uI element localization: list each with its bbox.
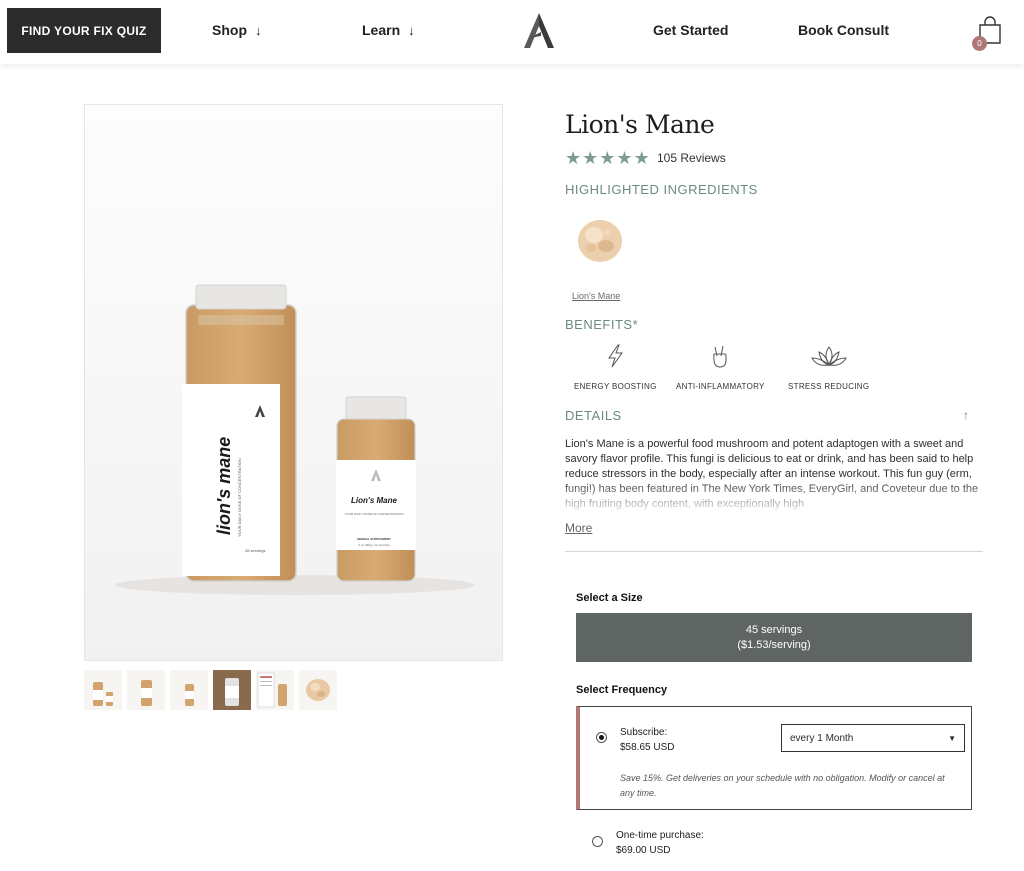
ingredient-link-lions-mane[interactable]: Lion's Mane xyxy=(572,291,620,301)
subscribe-text: Subscribe: $58.65 USD xyxy=(620,725,674,755)
star-icon: ★ xyxy=(565,148,582,168)
star-icon: ★ xyxy=(582,148,599,168)
benefit-energy-boosting: ENERGY BOOSTING xyxy=(574,343,657,391)
nav-learn[interactable]: Learn ↓ xyxy=(362,22,415,38)
one-time-purchase-text: One-time purchase: $69.00 USD xyxy=(616,828,704,858)
size-option-per-serving: ($1.53/serving) xyxy=(737,638,811,651)
arrow-down-icon: ↓ xyxy=(255,22,262,38)
rating-stars[interactable]: ★ ★ ★ ★ ★ xyxy=(565,148,650,169)
divider xyxy=(565,551,983,552)
jar-small-tagline: YOUR DAILY DOSE OF CONCENTRATION xyxy=(344,512,403,516)
thumbnail-1[interactable] xyxy=(84,670,122,710)
thumbnail-5[interactable] xyxy=(256,670,294,710)
subscribe-save-note: Save 15%. Get deliveries on your schedul… xyxy=(620,773,945,798)
nav-shop-label: Shop xyxy=(212,22,247,38)
thumbnail-2[interactable] xyxy=(127,670,165,710)
lions-mane-powder-icon[interactable] xyxy=(574,215,626,267)
jar-large-tagline: YOUR DAILY DOSE OF CONCENTRATION xyxy=(237,458,242,537)
frequency-select[interactable]: every 1 Month ▼ xyxy=(781,724,965,752)
thumbnail-6[interactable] xyxy=(299,670,337,710)
benefit-label: ENERGY BOOSTING xyxy=(574,382,657,391)
size-option-servings: 45 servings xyxy=(745,623,803,636)
benefits-heading: BENEFITS* xyxy=(565,317,639,332)
star-icon: ★ xyxy=(616,148,633,168)
product-main-image[interactable]: lion's mane YOUR DAILY DOSE OF CONCENTRA… xyxy=(84,104,503,661)
subscribe-price: $58.65 USD xyxy=(620,742,675,753)
cart-count-badge: 0 xyxy=(972,36,987,51)
benefit-label: STRESS REDUCING xyxy=(788,382,870,391)
lotus-icon xyxy=(810,346,847,366)
jar-small-info: 2 oz (60g) | 12 servings xyxy=(358,543,390,547)
thumbnail-4[interactable] xyxy=(213,670,251,710)
arrow-down-icon: ↓ xyxy=(408,22,415,38)
product-jars-image: lion's mane YOUR DAILY DOSE OF CONCENTRA… xyxy=(85,105,502,660)
product-title: Lion's Mane xyxy=(565,110,715,139)
subscribe-radio[interactable] xyxy=(596,732,607,743)
subscribe-label: Subscribe: xyxy=(620,727,668,738)
arrow-up-icon[interactable]: ↑ xyxy=(963,408,969,422)
nav-get-started[interactable]: Get Started xyxy=(653,22,728,38)
nav-learn-label: Learn xyxy=(362,22,401,38)
highlighted-ingredients-heading: HIGHLIGHTED INGREDIENTS xyxy=(565,182,758,197)
jar-small-name: Lion's Mane xyxy=(351,496,397,505)
jar-large-name: lion's mane xyxy=(214,437,234,535)
find-your-fix-quiz-button[interactable]: FIND YOUR FIX QUIZ xyxy=(7,8,161,53)
caret-down-icon: ▼ xyxy=(948,733,956,743)
frequency-select-value: every 1 Month xyxy=(790,732,854,744)
select-frequency-heading: Select Frequency xyxy=(576,684,668,696)
benefit-label: ANTI-INFLAMMATORY xyxy=(676,382,765,391)
one-time-price: $69.00 USD xyxy=(616,845,671,856)
benefit-anti-inflammatory: ANTI-INFLAMMATORY xyxy=(676,343,765,391)
select-size-heading: Select a Size xyxy=(576,592,643,604)
description-fade-overlay xyxy=(565,480,980,512)
lightning-bolt-icon xyxy=(608,344,624,368)
star-icon: ★ xyxy=(633,148,650,168)
size-option-45-servings[interactable]: 45 servings ($1.53/serving) xyxy=(576,613,972,662)
benefit-stress-reducing: STRESS REDUCING xyxy=(788,343,869,391)
more-link[interactable]: More xyxy=(565,521,592,535)
nav-shop[interactable]: Shop ↓ xyxy=(212,22,262,38)
site-header: FIND YOUR FIX QUIZ Shop ↓ Learn ↓ Get St… xyxy=(0,0,1024,64)
peace-hand-icon xyxy=(713,345,727,368)
nav-book-consult[interactable]: Book Consult xyxy=(798,22,889,38)
thumbnail-strip xyxy=(84,670,337,710)
details-heading[interactable]: DETAILS xyxy=(565,408,622,423)
jar-large-servings: 45 servings xyxy=(245,548,265,553)
brand-logo-icon[interactable] xyxy=(521,12,557,50)
star-icon: ★ xyxy=(599,148,616,168)
reviews-link[interactable]: 105 Reviews xyxy=(657,151,726,165)
thumbnail-3[interactable] xyxy=(170,670,208,710)
one-time-label: One-time purchase: xyxy=(616,830,704,841)
jar-small-type: HERBAL SUPPLEMENT xyxy=(357,537,391,541)
one-time-purchase-radio[interactable] xyxy=(592,836,603,847)
